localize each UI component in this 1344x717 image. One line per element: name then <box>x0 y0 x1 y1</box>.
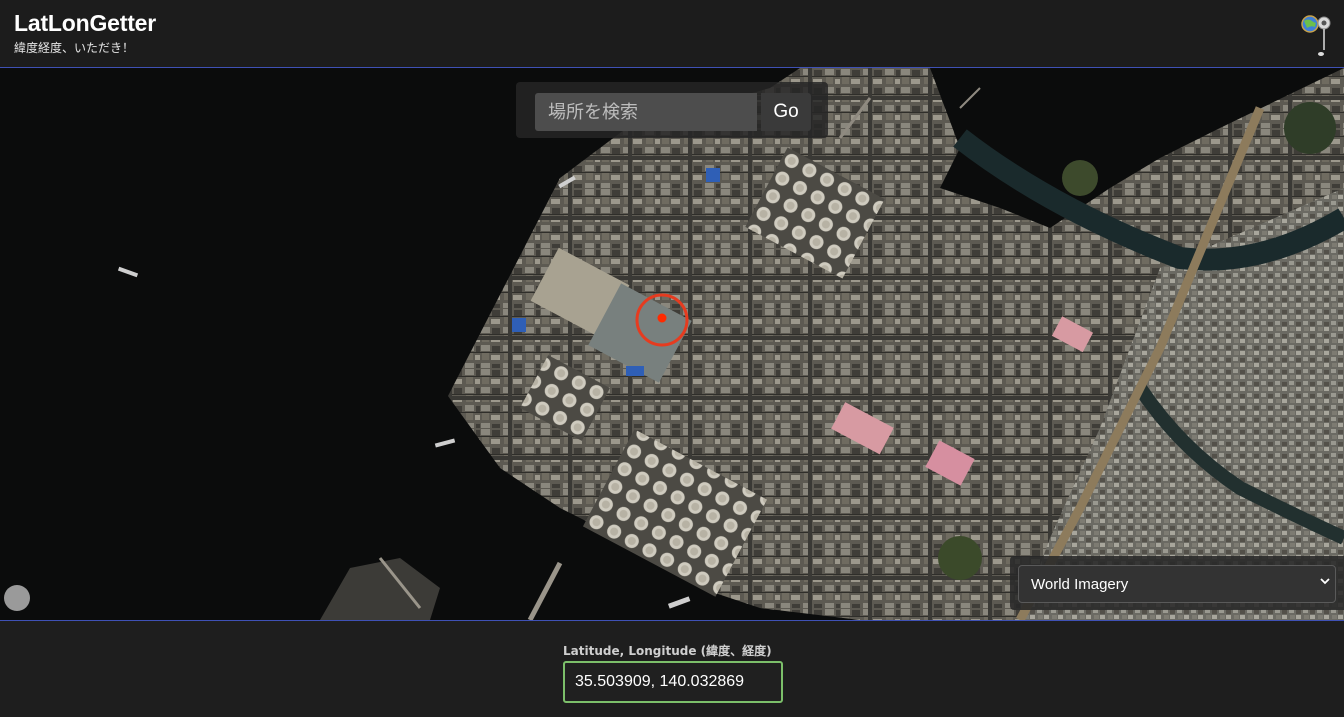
crosshair-circle-icon <box>635 293 689 347</box>
location-dot-icon[interactable] <box>4 585 30 611</box>
app-header: LatLonGetter 緯度経度、いただき！ <box>0 0 1344 68</box>
app-subtitle: 緯度経度、いただき！ <box>14 41 135 55</box>
coordinates-field[interactable] <box>563 661 783 703</box>
coordinates-panel: Latitude, Longitude (緯度、経度) <box>0 621 1344 717</box>
search-bar: Go <box>516 82 828 138</box>
globe-with-pin-icon[interactable] <box>1300 10 1336 58</box>
layer-panel: World Imagery <box>1010 556 1344 610</box>
go-button[interactable]: Go <box>761 93 811 131</box>
search-input[interactable] <box>535 93 757 131</box>
layer-select[interactable]: World Imagery <box>1018 565 1336 603</box>
satellite-map[interactable]: Go World Imagery <box>0 68 1344 621</box>
coordinates-label: Latitude, Longitude (緯度、経度) <box>563 644 772 658</box>
app-title: LatLonGetter <box>14 10 156 36</box>
